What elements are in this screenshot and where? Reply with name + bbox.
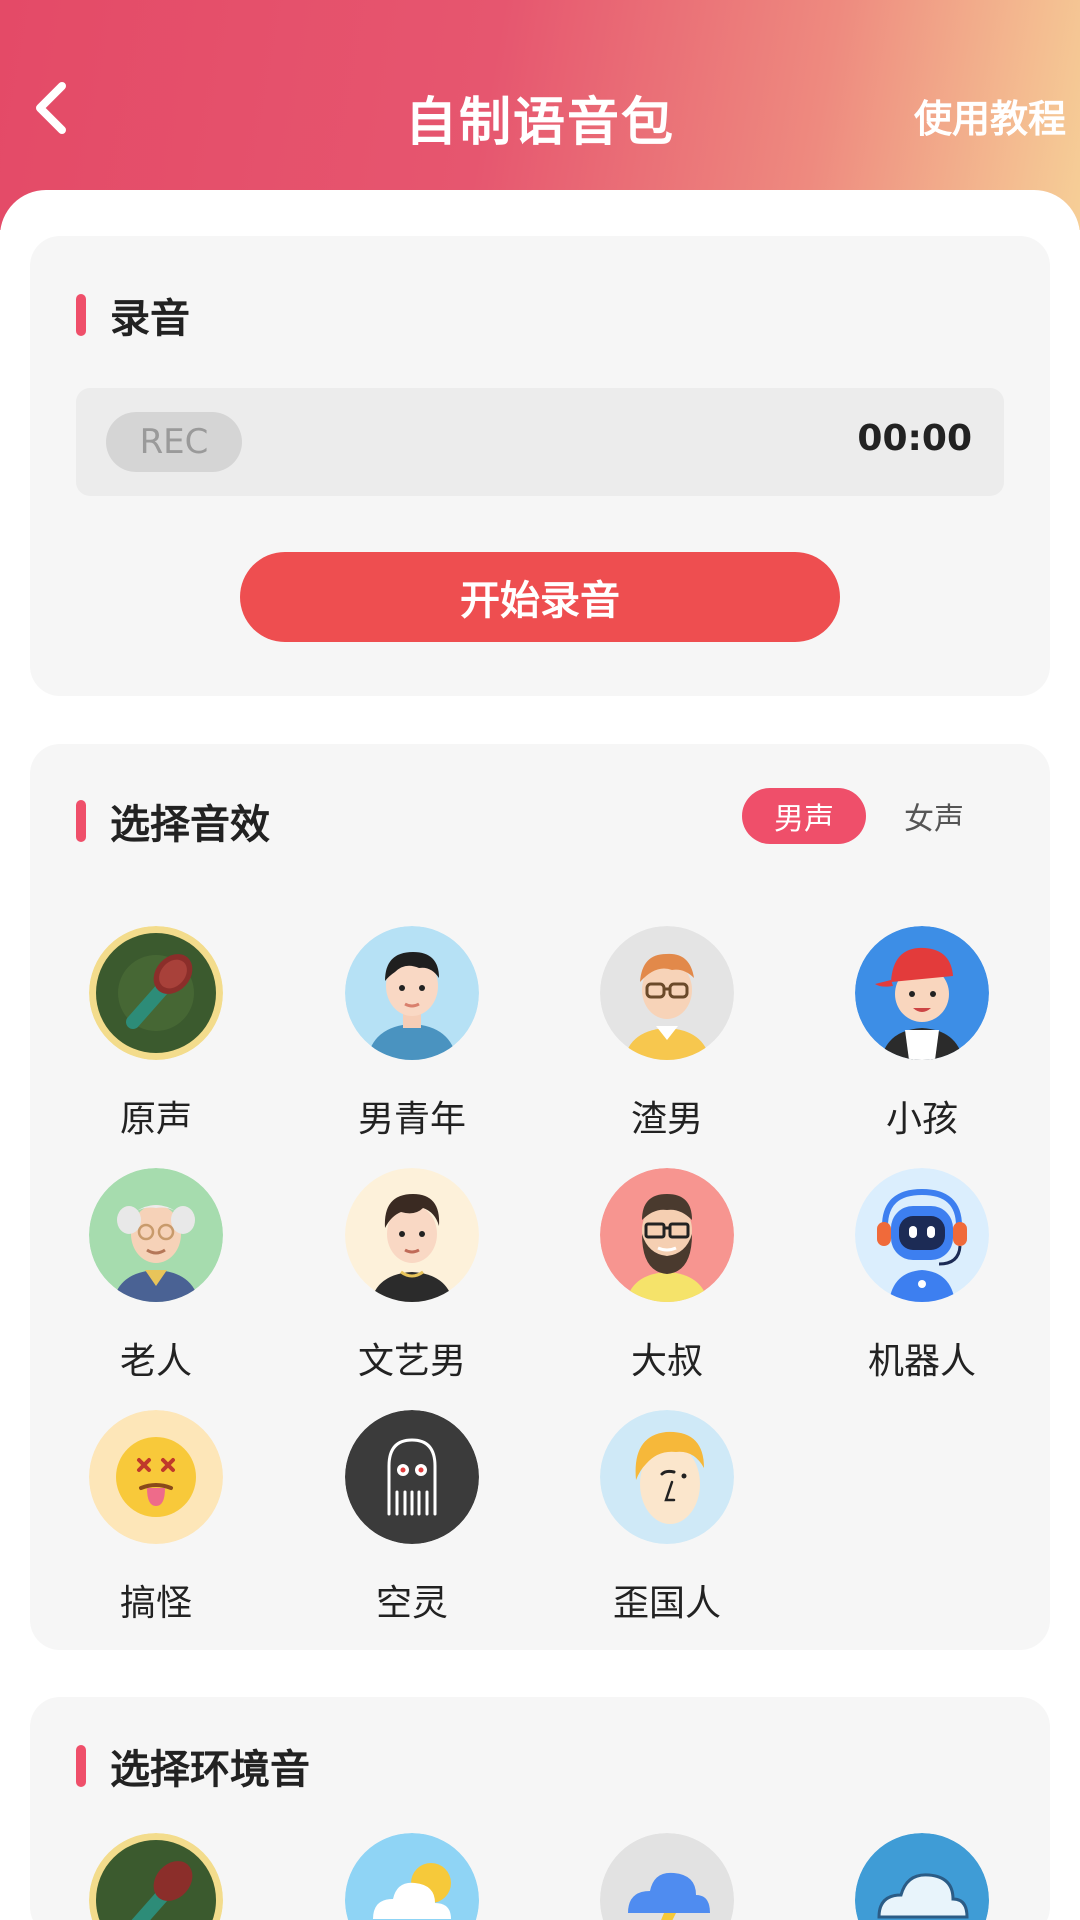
effect-label: 搞怪 <box>119 1583 192 1624</box>
effect-artsy-man[interactable]: 文艺男 <box>312 1168 512 1384</box>
recording-timer: 00:00 <box>857 418 972 459</box>
effect-label: 老人 <box>119 1341 192 1382</box>
effects-card: 选择音效 男声 女声 原声 男青年 渣男 小孩 老人 文艺男 大叔 机器人 搞怪… <box>30 744 1050 1650</box>
effect-original[interactable]: 原声 <box>56 926 256 1142</box>
section-accent-bar <box>76 1745 86 1787</box>
microphone-icon <box>89 1833 223 1920</box>
environment-option[interactable] <box>56 1833 256 1920</box>
effect-child[interactable]: 小孩 <box>822 926 1022 1142</box>
gender-toggle: 男声 女声 <box>742 788 996 844</box>
effect-label: 文艺男 <box>357 1341 466 1382</box>
robot-avatar-icon <box>855 1168 989 1302</box>
tutorial-link[interactable]: 使用教程 <box>914 88 1066 143</box>
artsy-man-avatar-icon <box>345 1168 479 1302</box>
effect-label: 原声 <box>119 1099 192 1140</box>
environment-option[interactable] <box>567 1833 767 1920</box>
young-man-avatar-icon <box>345 926 479 1060</box>
effect-silly[interactable]: 搞怪 <box>56 1410 256 1626</box>
effect-label: 男青年 <box>357 1099 466 1140</box>
environment-section-title: 选择环境音 <box>76 1737 310 1795</box>
effect-ethereal[interactable]: 空灵 <box>312 1410 512 1626</box>
bearded-man-avatar-icon <box>600 1168 734 1302</box>
foreigner-avatar-icon <box>600 1410 734 1544</box>
environment-option[interactable] <box>312 1833 512 1920</box>
effect-label: 空灵 <box>375 1583 448 1624</box>
recording-title: 录音 <box>110 296 190 342</box>
effect-scumbag[interactable]: 渣男 <box>567 926 767 1142</box>
glasses-man-avatar-icon <box>600 926 734 1060</box>
start-recording-button[interactable]: 开始录音 <box>240 552 840 642</box>
effect-uncle[interactable]: 大叔 <box>567 1168 767 1384</box>
environment-card: 选择环境音 <box>30 1697 1050 1920</box>
female-voice-tab[interactable]: 女声 <box>872 788 996 844</box>
effect-young-man[interactable]: 男青年 <box>312 926 512 1142</box>
effect-label: 歪国人 <box>612 1583 721 1624</box>
effect-label: 小孩 <box>885 1099 958 1140</box>
wind-cloud-icon <box>855 1833 989 1920</box>
effects-title: 选择音效 <box>110 802 270 848</box>
effect-label: 渣男 <box>630 1099 703 1140</box>
effect-label: 大叔 <box>630 1341 703 1382</box>
environment-title: 选择环境音 <box>110 1747 310 1793</box>
section-accent-bar <box>76 800 86 842</box>
recording-section-title: 录音 <box>76 286 190 344</box>
recording-card: 录音 REC 00:00 开始录音 <box>30 236 1050 696</box>
male-voice-tab[interactable]: 男声 <box>742 788 866 844</box>
effect-old-man[interactable]: 老人 <box>56 1168 256 1384</box>
rec-indicator: REC <box>106 412 242 472</box>
environment-option[interactable] <box>822 1833 1022 1920</box>
sunny-cloud-icon <box>345 1833 479 1920</box>
ghost-icon <box>345 1410 479 1544</box>
effect-foreigner[interactable]: 歪国人 <box>567 1410 767 1626</box>
thunderstorm-icon <box>600 1833 734 1920</box>
microphone-icon <box>89 926 223 1060</box>
recording-status-bar: REC 00:00 <box>76 388 1004 496</box>
effect-robot[interactable]: 机器人 <box>822 1168 1022 1384</box>
section-accent-bar <box>76 294 86 336</box>
child-cap-avatar-icon <box>855 926 989 1060</box>
effect-label: 机器人 <box>867 1341 976 1382</box>
effects-section-title: 选择音效 <box>76 792 270 850</box>
old-man-avatar-icon <box>89 1168 223 1302</box>
silly-face-icon <box>89 1410 223 1544</box>
